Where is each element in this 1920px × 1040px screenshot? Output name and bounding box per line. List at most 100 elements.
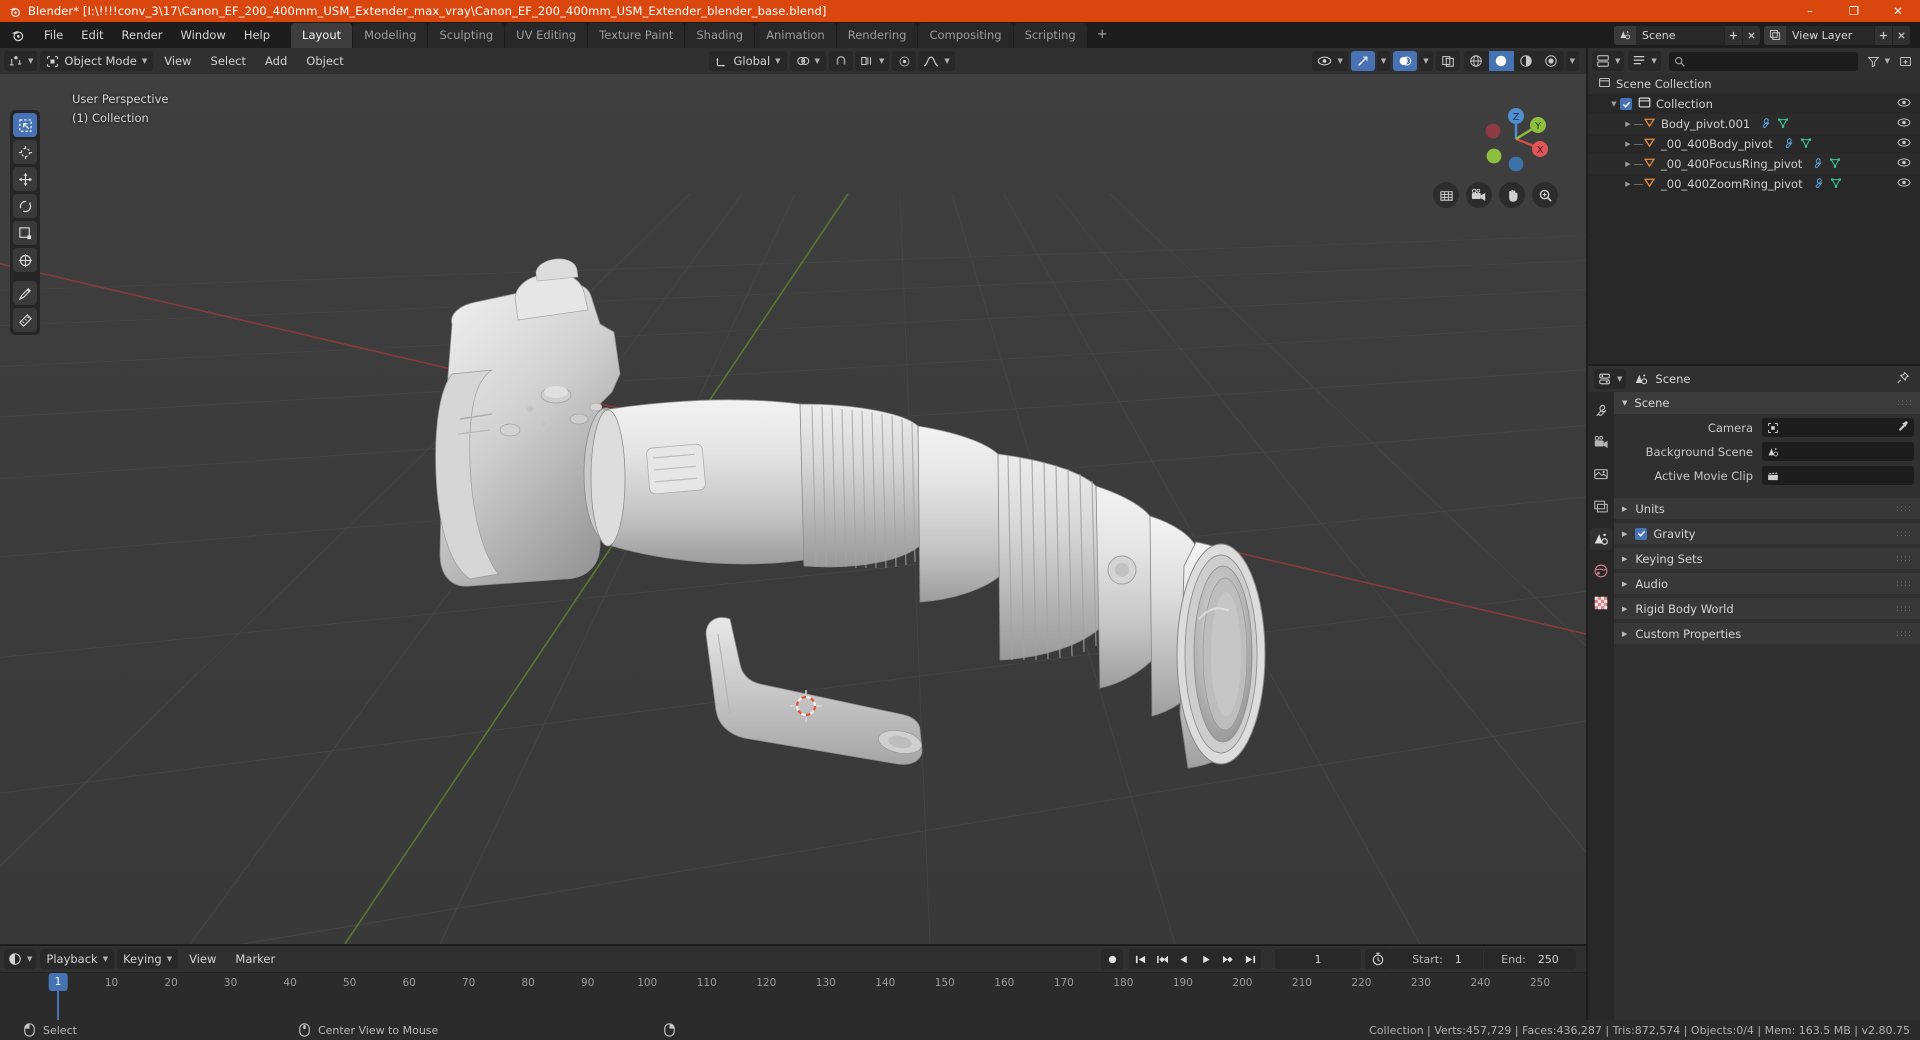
- viewport-menu-view[interactable]: View: [156, 51, 199, 71]
- timeline-menu-keying[interactable]: Keying ▼: [117, 949, 179, 969]
- current-frame-field[interactable]: 1: [1275, 949, 1361, 969]
- rotate-tool-icon[interactable]: [13, 194, 37, 218]
- viewport-3d[interactable]: ▼ Object Mode ▼ View Select Add Object G…: [0, 48, 1586, 944]
- add-workspace-button[interactable]: +: [1088, 22, 1117, 48]
- chevron-down-icon[interactable]: ▼: [1608, 100, 1620, 108]
- gravity-checkbox[interactable]: [1635, 527, 1648, 540]
- tab-modeling[interactable]: Modeling: [353, 23, 428, 48]
- shading-wireframe-button[interactable]: [1464, 51, 1489, 71]
- timeline-menu-view[interactable]: View: [181, 949, 224, 969]
- gizmo-toggle[interactable]: [1350, 51, 1375, 71]
- tab-layout[interactable]: Layout: [291, 23, 353, 48]
- frame-start-field[interactable]: Start: 1: [1391, 949, 1483, 969]
- panel-rigid-body-world[interactable]: ▶ Rigid Body World ::::: [1614, 598, 1920, 619]
- tab-scripting[interactable]: Scripting: [1013, 23, 1087, 48]
- snap-magnet-toggle[interactable]: [828, 51, 853, 71]
- close-button[interactable]: ✕: [1876, 0, 1920, 22]
- camera-field[interactable]: [1762, 418, 1914, 437]
- maximize-button[interactable]: ❐: [1832, 0, 1876, 22]
- new-scene-button[interactable]: [1724, 25, 1742, 45]
- tab-world[interactable]: [1590, 560, 1612, 582]
- eye-icon[interactable]: [1897, 157, 1911, 171]
- tab-scene[interactable]: [1590, 528, 1612, 550]
- overlays-toggle[interactable]: [1393, 51, 1418, 71]
- outliner-display-mode-selector[interactable]: ▼: [1628, 51, 1661, 71]
- outliner-row-collection[interactable]: ▼ Collection: [1588, 94, 1920, 114]
- shading-material-button[interactable]: [1514, 51, 1539, 71]
- zoom-icon[interactable]: [1532, 182, 1558, 208]
- menu-render[interactable]: Render: [113, 24, 172, 46]
- menu-edit[interactable]: Edit: [72, 24, 112, 46]
- visibility-selector[interactable]: ▼: [1312, 51, 1348, 71]
- scene-panel-header[interactable]: ▼ Scene ::::: [1614, 392, 1920, 414]
- hand-icon[interactable]: [1499, 182, 1525, 208]
- mesh-data-icon[interactable]: [1800, 137, 1812, 152]
- shading-rendered-button[interactable]: [1539, 51, 1564, 71]
- unlink-scene-button[interactable]: [1742, 25, 1760, 45]
- shading-options-selector[interactable]: ▼: [1565, 51, 1579, 71]
- scene-selector[interactable]: Scene: [1614, 25, 1760, 45]
- mesh-data-icon[interactable]: [1829, 157, 1841, 172]
- shading-solid-button[interactable]: [1488, 51, 1514, 71]
- outliner-filter-button[interactable]: ▼: [1862, 55, 1895, 68]
- jump-end-icon[interactable]: [1239, 949, 1261, 969]
- xray-toggle[interactable]: [1435, 51, 1460, 71]
- modifier-icon[interactable]: [1782, 137, 1794, 152]
- new-view-layer-button[interactable]: [1874, 25, 1892, 45]
- blender-logo-icon[interactable]: [9, 27, 25, 43]
- cursor-tool-icon[interactable]: [13, 140, 37, 164]
- viewport-menu-object[interactable]: Object: [298, 51, 351, 71]
- panel-audio[interactable]: ▶ Audio ::::: [1614, 573, 1920, 594]
- timeline-playhead[interactable]: 1: [48, 973, 68, 991]
- background-scene-field[interactable]: [1762, 442, 1914, 461]
- timeline-menu-playback[interactable]: Playback ▼: [40, 949, 115, 969]
- measure-tool-icon[interactable]: [13, 308, 37, 332]
- view-layer-selector[interactable]: View Layer: [1764, 25, 1910, 45]
- chevron-right-icon[interactable]: ▶: [1622, 140, 1634, 148]
- jump-start-icon[interactable]: [1129, 949, 1151, 969]
- properties-editor-type-selector[interactable]: ▼: [1594, 369, 1627, 389]
- snap-to-selector[interactable]: ▼: [854, 51, 890, 71]
- timeline-editor[interactable]: ▼ Playback ▼ Keying ▼ View Marker 1 Star…: [0, 946, 1586, 1020]
- timeline-editor-type-selector[interactable]: ▼: [4, 949, 37, 969]
- timeline-ruler[interactable]: 10 20 30 40 50 60 70 80 90 100 110 120 130 140 150 160 1…: [0, 972, 1586, 994]
- outliner-row-scene-collection[interactable]: Scene Collection: [1588, 74, 1920, 94]
- outliner-editor-type-selector[interactable]: ▼: [1592, 51, 1625, 71]
- outliner-new-collection-button[interactable]: [1895, 55, 1916, 68]
- annotate-tool-icon[interactable]: [13, 281, 37, 305]
- outliner-row-object[interactable]: ▶ _00_400FocusRing_pivot: [1588, 154, 1920, 174]
- outliner-row-object[interactable]: ▶ _00_400ZoomRing_pivot: [1588, 174, 1920, 194]
- chevron-right-icon[interactable]: ▶: [1622, 120, 1634, 128]
- tab-output[interactable]: [1590, 464, 1612, 486]
- tab-animation[interactable]: Animation: [755, 23, 836, 48]
- tab-texture-paint[interactable]: Texture Paint: [588, 23, 685, 48]
- play-reverse-icon[interactable]: [1173, 949, 1195, 969]
- modifier-icon[interactable]: [1812, 177, 1824, 192]
- scale-tool-icon[interactable]: [13, 221, 37, 245]
- pin-icon[interactable]: [1896, 370, 1914, 389]
- remove-view-layer-button[interactable]: [1892, 25, 1910, 45]
- tab-shading[interactable]: Shading: [685, 23, 755, 48]
- eye-icon[interactable]: [1897, 137, 1911, 151]
- proportional-edit-toggle[interactable]: [892, 51, 917, 71]
- mesh-data-icon[interactable]: [1830, 177, 1842, 192]
- navigation-gizmo[interactable]: Z Y X: [1481, 104, 1551, 174]
- outliner-search-input[interactable]: [1668, 51, 1858, 71]
- timeline-menu-marker[interactable]: Marker: [227, 949, 283, 969]
- tab-rendering[interactable]: Rendering: [836, 23, 918, 48]
- next-keyframe-icon[interactable]: [1217, 949, 1239, 969]
- tab-compositing[interactable]: Compositing: [918, 23, 1013, 48]
- panel-units[interactable]: ▶ Units ::::: [1614, 498, 1920, 519]
- tab-sculpting[interactable]: Sculpting: [428, 23, 505, 48]
- eye-icon[interactable]: [1897, 97, 1911, 111]
- select-box-tool-icon[interactable]: [13, 113, 37, 137]
- menu-file[interactable]: File: [35, 24, 72, 46]
- modifier-icon[interactable]: [1759, 117, 1771, 132]
- modifier-icon[interactable]: [1811, 157, 1823, 172]
- transform-orientation-selector[interactable]: Global ▼: [709, 51, 787, 71]
- eyedropper-icon[interactable]: [1897, 420, 1909, 435]
- viewport-menu-add[interactable]: Add: [257, 51, 295, 71]
- overlay-options-selector[interactable]: ▼: [1419, 51, 1433, 71]
- camera-icon[interactable]: [1466, 182, 1492, 208]
- proportional-falloff-selector[interactable]: ▼: [918, 51, 955, 71]
